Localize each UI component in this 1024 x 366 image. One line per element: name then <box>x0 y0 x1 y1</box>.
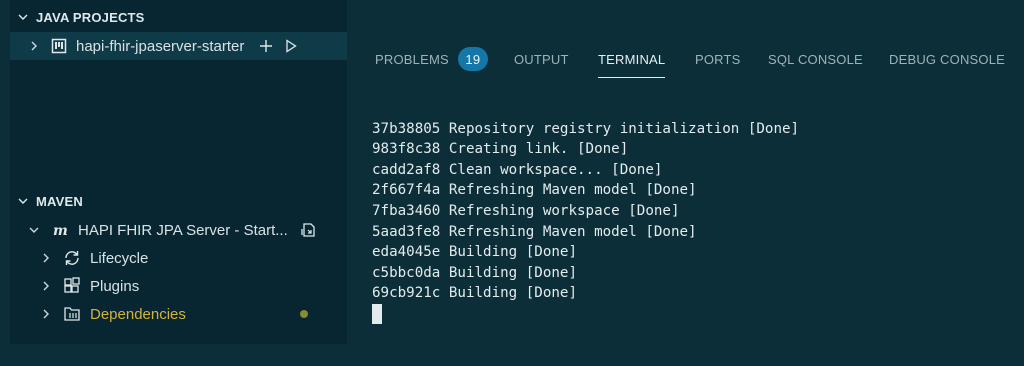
java-projects-header[interactable]: JAVA PROJECTS <box>10 3 347 31</box>
terminal-cursor[interactable] <box>372 303 382 324</box>
run-icon[interactable] <box>284 39 298 53</box>
tab-problems[interactable]: PROBLEMS 19 <box>375 36 488 82</box>
terminal-line: 2f667f4a Refreshing Maven model [Done] <box>372 182 697 199</box>
tab-problems-label: PROBLEMS <box>375 51 449 67</box>
chevron-down-icon <box>16 195 30 207</box>
chevron-right-icon[interactable] <box>40 308 52 320</box>
add-icon[interactable] <box>258 39 274 53</box>
java-project-row[interactable]: hapi-fhir-jpaserver-starter <box>10 32 347 60</box>
terminal-line: eda4045e Building [Done] <box>372 244 577 261</box>
tab-output[interactable]: OUTPUT <box>514 36 569 82</box>
maven-plugins-item[interactable]: Plugins <box>10 272 347 300</box>
terminal-output[interactable]: 37b38805 Repository registry initializat… <box>372 98 799 366</box>
tab-terminal[interactable]: TERMINAL <box>598 36 666 82</box>
tab-sql-console-label: SQL CONSOLE <box>768 51 863 67</box>
terminal-line: cadd2af8 Clean workspace... [Done] <box>372 161 663 178</box>
terminal-line: 5aad3fe8 Refreshing Maven model [Done] <box>372 223 697 240</box>
problems-count-badge: 19 <box>457 47 488 71</box>
lifecycle-label: Lifecycle <box>90 249 149 267</box>
tab-terminal-label: TERMINAL <box>598 51 666 67</box>
terminal-line: 983f8c38 Creating link. [Done] <box>372 141 629 158</box>
terminal-line: 7fba3460 Refreshing workspace [Done] <box>372 202 680 219</box>
maven-lifecycle-item[interactable]: Lifecycle <box>10 244 347 272</box>
sidebar: JAVA PROJECTS hapi-fhir-jpaserver-starte… <box>10 0 347 344</box>
dependencies-label: Dependencies <box>90 305 186 323</box>
tab-debug-console-label: DEBUG CONSOLE <box>889 51 1006 67</box>
tab-ports[interactable]: PORTS <box>695 36 741 82</box>
chevron-right-icon[interactable] <box>28 40 40 52</box>
terminal-line: c5bbc0da Building [Done] <box>372 264 577 281</box>
java-projects-title: JAVA PROJECTS <box>36 9 145 25</box>
tab-output-label: OUTPUT <box>514 51 569 67</box>
java-project-name: hapi-fhir-jpaserver-starter <box>76 37 245 55</box>
chevron-down-icon <box>16 11 30 23</box>
tab-ports-label: PORTS <box>695 51 741 67</box>
chevron-right-icon[interactable] <box>40 252 52 264</box>
project-icon <box>50 38 68 54</box>
chevron-right-icon[interactable] <box>40 280 52 292</box>
plugins-label: Plugins <box>90 277 140 295</box>
maven-title: MAVEN <box>36 193 83 209</box>
terminal-line: 37b38805 Repository registry initializat… <box>372 120 800 137</box>
dependencies-icon <box>62 305 82 323</box>
modified-dot-icon <box>300 310 308 318</box>
tab-debug-console[interactable]: DEBUG CONSOLE <box>889 36 1005 82</box>
maven-icon: m <box>52 223 70 237</box>
chevron-down-icon[interactable] <box>28 224 40 236</box>
maven-dependencies-item[interactable]: Dependencies <box>10 300 347 328</box>
maven-header[interactable]: MAVEN <box>10 187 347 215</box>
terminal-line: 69cb921c Building [Done] <box>372 285 577 302</box>
tab-sql-console[interactable]: SQL CONSOLE <box>768 36 863 82</box>
lifecycle-icon <box>62 249 82 267</box>
open-pom-icon[interactable] <box>300 221 318 239</box>
plugins-icon <box>62 277 82 295</box>
panel-tab-bar: PROBLEMS 19 OUTPUT TERMINAL PORTS SQL CO… <box>348 36 1024 82</box>
maven-project-name: HAPI FHIR JPA Server - Start... <box>78 221 288 239</box>
panel: PROBLEMS 19 OUTPUT TERMINAL PORTS SQL CO… <box>348 0 1024 344</box>
svg-text:m: m <box>53 223 68 237</box>
maven-project-row[interactable]: m HAPI FHIR JPA Server - Start... <box>10 216 347 244</box>
